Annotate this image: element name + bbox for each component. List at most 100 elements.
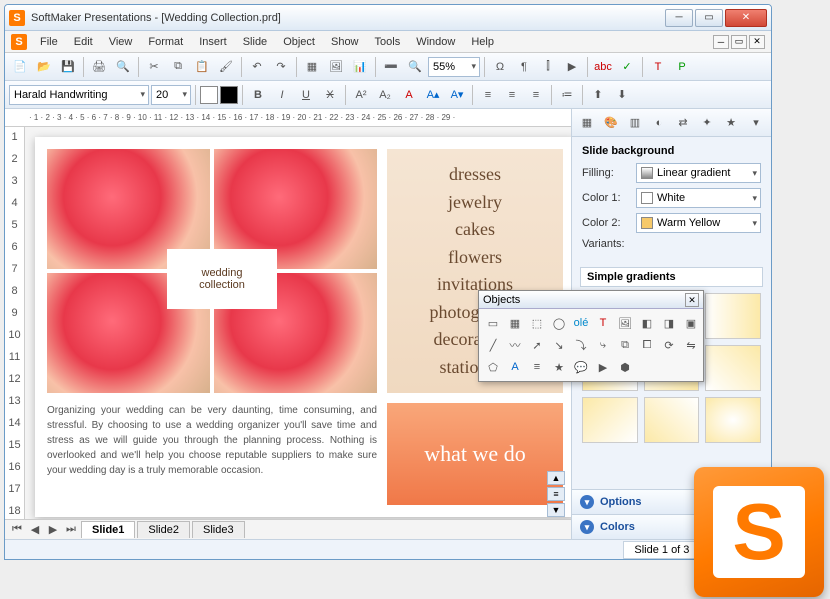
next-slide-icon[interactable]: ▼: [547, 503, 565, 517]
flip-icon[interactable]: ⇋: [681, 335, 701, 355]
open-icon[interactable]: 📂: [33, 56, 55, 78]
menu-file[interactable]: File: [33, 33, 65, 51]
zoom-out-icon[interactable]: ➖: [380, 56, 402, 78]
shape3-icon[interactable]: ▣: [681, 313, 701, 333]
prev-slide-icon[interactable]: ▲: [547, 471, 565, 485]
group-icon[interactable]: ⧉: [615, 335, 635, 355]
tab-slide2[interactable]: Slide2: [137, 521, 190, 538]
mdi-close-button[interactable]: ✕: [749, 35, 765, 49]
promote-icon[interactable]: ⬆: [587, 84, 609, 106]
minimize-button[interactable]: ─: [665, 9, 693, 27]
background-icon[interactable]: ◐: [648, 112, 670, 134]
gradient-thumb[interactable]: [705, 397, 761, 443]
bullets-icon[interactable]: ≔: [556, 84, 578, 106]
menu-format[interactable]: Format: [141, 33, 190, 51]
oval-icon[interactable]: ◯: [549, 313, 569, 333]
filling-combo[interactable]: Linear gradient: [636, 163, 761, 183]
app-menu-icon[interactable]: S: [11, 34, 27, 50]
table-icon[interactable]: ▦: [301, 56, 323, 78]
decrease-font-icon[interactable]: A▾: [446, 84, 468, 106]
check-icon[interactable]: ✓: [616, 56, 638, 78]
text-color-swatch[interactable]: [220, 86, 238, 104]
header-footer-icon[interactable]: ⫿: [537, 56, 559, 78]
menu-tools[interactable]: Tools: [368, 33, 408, 51]
menu-window[interactable]: Window: [409, 33, 462, 51]
redo-icon[interactable]: ↷: [270, 56, 292, 78]
transition-icon[interactable]: ⇄: [672, 112, 694, 134]
size-combo[interactable]: 20: [151, 85, 191, 105]
menu-insert[interactable]: Insert: [192, 33, 234, 51]
gradient-thumb[interactable]: [582, 397, 638, 443]
rotate-icon[interactable]: ⟳: [659, 335, 679, 355]
design-icon[interactable]: 🎨: [600, 112, 622, 134]
gradient-thumb[interactable]: [644, 397, 700, 443]
shape1-icon[interactable]: ◧: [637, 313, 657, 333]
ungroup-icon[interactable]: ⧠: [637, 335, 657, 355]
shape2-icon[interactable]: ◨: [659, 313, 679, 333]
body-text[interactable]: Organizing your wedding can be very daun…: [47, 403, 377, 478]
line-icon[interactable]: ╱: [483, 335, 503, 355]
tab-slide1[interactable]: Slide1: [81, 521, 135, 538]
undo-icon[interactable]: ↶: [246, 56, 268, 78]
copy-icon[interactable]: ⧉: [167, 56, 189, 78]
star-obj-icon[interactable]: ★: [549, 357, 569, 377]
maximize-button[interactable]: ▭: [695, 9, 723, 27]
horizontal-ruler[interactable]: · 1 · 2 · 3 · 4 · 5 · 6 · 7 · 8 · 9 · 10…: [5, 109, 571, 127]
curve-icon[interactable]: 〰: [505, 335, 525, 355]
italic-icon[interactable]: I: [271, 84, 293, 106]
connector1-icon[interactable]: ↘: [549, 335, 569, 355]
slide-show-icon[interactable]: ▶: [561, 56, 583, 78]
mdi-minimize-button[interactable]: ─: [713, 35, 729, 49]
arrow-icon[interactable]: ➚: [527, 335, 547, 355]
tab-next-icon[interactable]: ▶: [45, 523, 61, 536]
vertical-ruler[interactable]: 12345678910111213141516171819: [5, 127, 25, 519]
fill-color-swatch[interactable]: [200, 86, 218, 104]
action-icon[interactable]: ▶: [593, 357, 613, 377]
3d-icon[interactable]: ⬢: [615, 357, 635, 377]
new-icon[interactable]: 📄: [9, 56, 31, 78]
slide-indicator-icon[interactable]: ≡: [547, 487, 565, 501]
select-icon[interactable]: ▭: [483, 313, 503, 333]
menu-edit[interactable]: Edit: [67, 33, 100, 51]
subscript-icon[interactable]: A₂: [374, 84, 396, 106]
nonprinting-icon[interactable]: ¶: [513, 56, 535, 78]
align-center-icon[interactable]: ≡: [501, 84, 523, 106]
chart-icon[interactable]: 📊: [349, 56, 371, 78]
cut-icon[interactable]: ✂: [143, 56, 165, 78]
title-box[interactable]: wedding collection: [167, 249, 277, 309]
animation-icon[interactable]: ✦: [696, 112, 718, 134]
tab-first-icon[interactable]: ⏮: [9, 523, 25, 536]
connector2-icon[interactable]: ⤵: [571, 335, 591, 355]
print-preview-icon[interactable]: 🔍: [112, 56, 134, 78]
gradient-thumb[interactable]: [705, 345, 761, 391]
panel-menu-icon[interactable]: ▾: [745, 112, 767, 134]
textbox-icon[interactable]: T: [647, 56, 669, 78]
close-button[interactable]: ✕: [725, 9, 767, 27]
what-we-do-box[interactable]: what we do: [387, 403, 563, 505]
save-icon[interactable]: 💾: [57, 56, 79, 78]
special-char-icon[interactable]: Ω: [489, 56, 511, 78]
table-obj-icon[interactable]: ▦: [505, 313, 525, 333]
image-grid[interactable]: wedding collection: [47, 149, 377, 393]
spellcheck-icon[interactable]: abc: [592, 56, 614, 78]
menu-object[interactable]: Object: [276, 33, 322, 51]
tab-last-icon[interactable]: ⏭: [63, 523, 79, 536]
mdi-restore-button[interactable]: ▭: [731, 35, 747, 49]
bold-icon[interactable]: B: [247, 84, 269, 106]
tab-slide3[interactable]: Slide3: [192, 521, 245, 538]
star-icon[interactable]: ★: [720, 112, 742, 134]
ole-icon[interactable]: olé: [571, 313, 591, 333]
superscript-icon[interactable]: A²: [350, 84, 372, 106]
menu-slide[interactable]: Slide: [236, 33, 274, 51]
textart-icon[interactable]: A: [505, 357, 525, 377]
text-obj-icon[interactable]: T: [593, 313, 613, 333]
color1-combo[interactable]: White: [636, 188, 761, 208]
autoshape-icon[interactable]: ⬠: [483, 357, 503, 377]
objects-palette[interactable]: Objects ✕ ▭ ▦ ⬚ ◯ olé T 🖼 ◧ ◨ ▣ ╱ 〰 ➚ ↘ …: [478, 290, 704, 382]
connector3-icon[interactable]: ⤷: [593, 335, 613, 355]
tab-prev-icon[interactable]: ◀: [27, 523, 43, 536]
color2-combo[interactable]: Warm Yellow: [636, 213, 761, 233]
align-left-icon[interactable]: ≡: [477, 84, 499, 106]
frame-icon[interactable]: ⬚: [527, 313, 547, 333]
image-icon[interactable]: 🖼: [325, 56, 347, 78]
